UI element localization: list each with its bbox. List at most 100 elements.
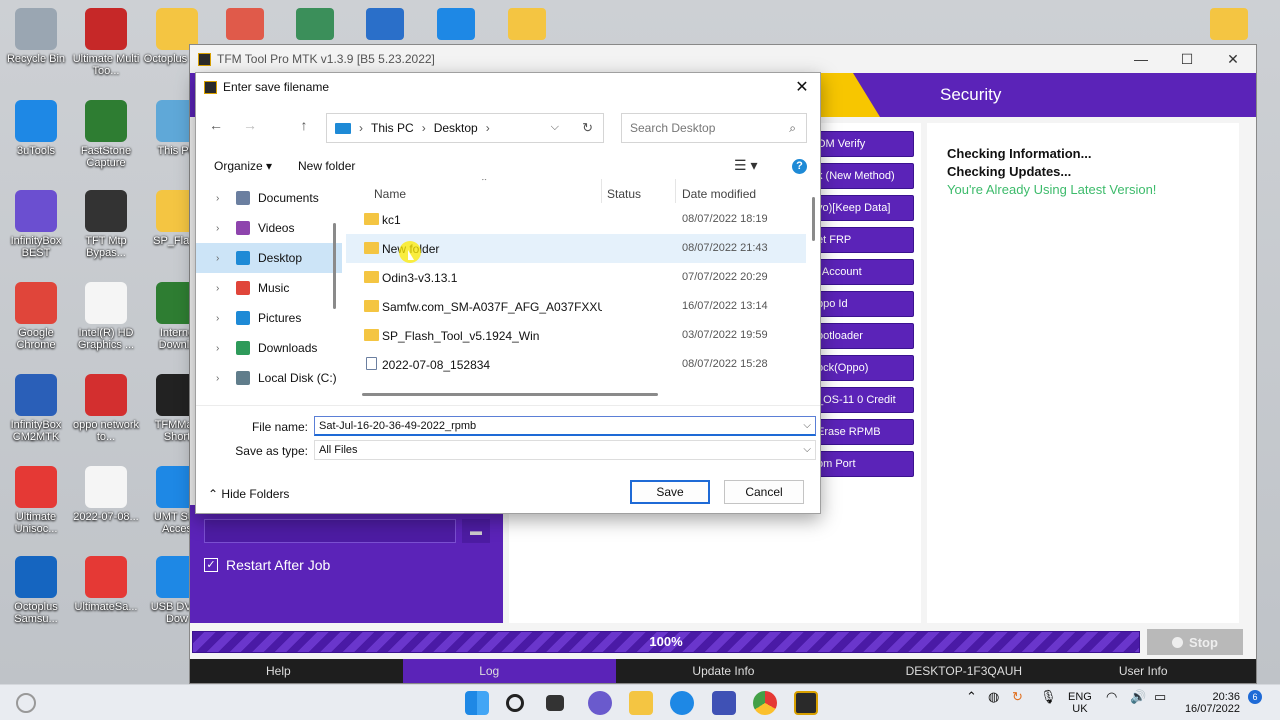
widget-icon[interactable] — [16, 693, 36, 713]
view-options-icon[interactable]: ☰ ▾ — [734, 157, 757, 174]
refresh-icon[interactable]: ↻ — [582, 120, 593, 136]
store-icon[interactable] — [712, 691, 736, 715]
nav-item[interactable]: › Local Disk (C:) — [196, 363, 342, 393]
chevron-right-icon[interactable]: › — [216, 193, 230, 204]
desktop-icon[interactable]: 3uTools — [0, 100, 72, 157]
nav-pane-scrollbar[interactable] — [333, 223, 336, 309]
address-bar[interactable]: › This PC › Desktop › ⌵ ↻ — [326, 113, 604, 143]
help-icon[interactable]: ? — [792, 159, 807, 174]
microphone-icon[interactable]: 🎙 — [1040, 690, 1057, 703]
close-button[interactable]: ✕ — [1210, 45, 1256, 73]
desktop-icon[interactable]: Ultimate Multi Too... — [70, 8, 142, 77]
desktop-icon[interactable]: FastStone Capture — [70, 100, 142, 169]
column-date-modified[interactable]: Date modified — [682, 187, 756, 201]
function-button[interactable]: ppo Id — [810, 291, 914, 317]
file-explorer-icon[interactable] — [629, 691, 653, 715]
back-button[interactable]: ← — [206, 117, 226, 137]
column-name[interactable]: Name — [374, 187, 406, 201]
file-row[interactable]: SP_Flash_Tool_v5.1924_Win 03/07/2022 19:5… — [346, 321, 806, 350]
chevron-right-icon[interactable]: › — [216, 253, 230, 264]
desktop-icon[interactable]: TFT Mtp Bypas... — [70, 190, 142, 259]
taskbar-app-strip-4[interactable] — [437, 8, 475, 40]
wifi-icon[interactable]: ◠ — [1106, 690, 1117, 703]
chat-icon[interactable] — [588, 691, 612, 715]
task-view-icon[interactable] — [546, 695, 564, 711]
chevron-right-icon[interactable]: › — [216, 373, 230, 384]
chevron-up-icon[interactable]: ⌃ — [966, 690, 977, 703]
taskbar-app-strip-1[interactable] — [226, 8, 264, 40]
function-button[interactable]: et FRP — [810, 227, 914, 253]
function-button[interactable]: vo)[Keep Data] — [810, 195, 914, 221]
cancel-button[interactable]: Cancel — [724, 480, 804, 504]
desktop-icon[interactable]: Recycle Bin — [0, 8, 72, 65]
tfm-tool-icon[interactable] — [794, 691, 818, 715]
function-button[interactable]: ootloader — [810, 323, 914, 349]
chevron-right-icon[interactable]: › — [216, 223, 230, 234]
search-input[interactable]: Search Desktop ⌕ — [621, 113, 807, 143]
desktop-icon[interactable]: Octoplus Samsu... — [0, 556, 72, 625]
column-status[interactable]: Status — [607, 187, 641, 201]
function-button[interactable]: Erase RPMB — [810, 419, 914, 445]
chevron-down-icon[interactable]: ⌵ — [551, 121, 559, 134]
save-as-type-select[interactable]: All Files ⌵ — [314, 440, 816, 460]
folder-icon[interactable] — [1210, 8, 1248, 40]
function-button[interactable]: i Account — [810, 259, 914, 285]
file-row[interactable]: kc1 08/07/2022 18:19 — [346, 205, 806, 234]
function-button[interactable]: ock(Oppo) — [810, 355, 914, 381]
save-button[interactable]: Save — [630, 480, 710, 504]
chrome-icon[interactable] — [753, 691, 777, 715]
file-row[interactable]: Samfw.com_SM-A037F_AFG_A037FXXU1... 16/07… — [346, 292, 806, 321]
hide-folders-button[interactable]: ⌃ Hide Folders — [208, 487, 289, 501]
desktop-icon[interactable]: UltimateSa... — [70, 556, 142, 613]
forward-button[interactable]: → — [240, 117, 260, 137]
taskbar-app-strip-3[interactable] — [366, 8, 404, 40]
status-tab[interactable]: DESKTOP-1F3QAUH — [830, 659, 1043, 683]
function-button[interactable]: k (New Method) — [810, 163, 914, 189]
desktop-icon[interactable]: oppo network to... — [70, 374, 142, 443]
desktop-icon[interactable]: Ultimate Unisoc... — [0, 466, 72, 535]
dialog-close-button[interactable]: ✕ — [790, 77, 814, 97]
nav-item[interactable]: › Music — [196, 273, 342, 303]
status-tab[interactable]: Update Info — [616, 659, 829, 683]
maximize-button[interactable]: ☐ — [1164, 45, 1210, 73]
nav-item[interactable]: › Videos — [196, 213, 342, 243]
desktop-icon[interactable]: InfinityBox BEST — [0, 190, 72, 259]
network-icon[interactable]: ◍ — [988, 690, 999, 703]
file-list-vertical-scrollbar[interactable] — [812, 197, 815, 241]
battery-icon[interactable]: ▭ — [1154, 690, 1166, 703]
status-tab[interactable]: Log — [403, 659, 617, 683]
desktop-icon[interactable]: InfinityBox CM2MTK — [0, 374, 72, 443]
volume-icon[interactable]: 🔊 — [1130, 690, 1146, 703]
function-button[interactable]: OM Verify — [810, 131, 914, 157]
nav-item[interactable]: › Pictures — [196, 303, 342, 333]
file-row[interactable]: 2022-07-08_152834 08/07/2022 15:28 — [346, 350, 806, 379]
clock[interactable]: 20:36 16/07/2022 — [1182, 691, 1240, 715]
browse-folder-icon[interactable]: ▬ — [462, 519, 490, 543]
search-icon[interactable] — [506, 694, 524, 712]
nav-item[interactable]: › Documents — [196, 183, 342, 213]
taskbar-app-strip-2[interactable] — [296, 8, 334, 40]
chevron-right-icon[interactable]: › — [216, 283, 230, 294]
breadcrumb-desktop[interactable]: Desktop — [434, 121, 478, 135]
function-button[interactable]: om Port — [810, 451, 914, 477]
nav-item[interactable]: › Downloads — [196, 333, 342, 363]
chevron-down-icon[interactable]: ⌵ — [803, 441, 811, 459]
stop-button[interactable]: Stop — [1147, 629, 1243, 655]
sync-icon[interactable]: ↻ — [1012, 690, 1023, 703]
notification-badge[interactable]: 6 — [1248, 690, 1262, 704]
language-indicator[interactable]: ENG UK — [1068, 691, 1092, 715]
status-tab[interactable]: User Info — [1043, 659, 1256, 683]
file-name-input[interactable]: Sat-Jul-16-20-36-49-2022_rpmb ⌵ — [314, 416, 816, 436]
taskbar-app-strip-5[interactable] — [508, 8, 546, 40]
function-button[interactable]: _OS-11 0 Credit — [810, 387, 914, 413]
nav-item[interactable]: › Desktop — [196, 243, 342, 273]
edge-icon[interactable] — [670, 691, 694, 715]
status-tab[interactable]: Help — [190, 659, 403, 683]
minimize-button[interactable]: — — [1118, 45, 1164, 73]
new-folder-button[interactable]: New folder — [298, 159, 355, 173]
chevron-right-icon[interactable]: › — [216, 313, 230, 324]
restart-after-job-checkbox[interactable]: ✓ Restart After Job — [204, 557, 330, 573]
desktop-icon[interactable]: Intel(R) HD Graphics ... — [70, 282, 142, 351]
chevron-down-icon[interactable]: ⌵ — [803, 417, 811, 435]
organize-button[interactable]: Organize ▾ — [214, 159, 272, 173]
